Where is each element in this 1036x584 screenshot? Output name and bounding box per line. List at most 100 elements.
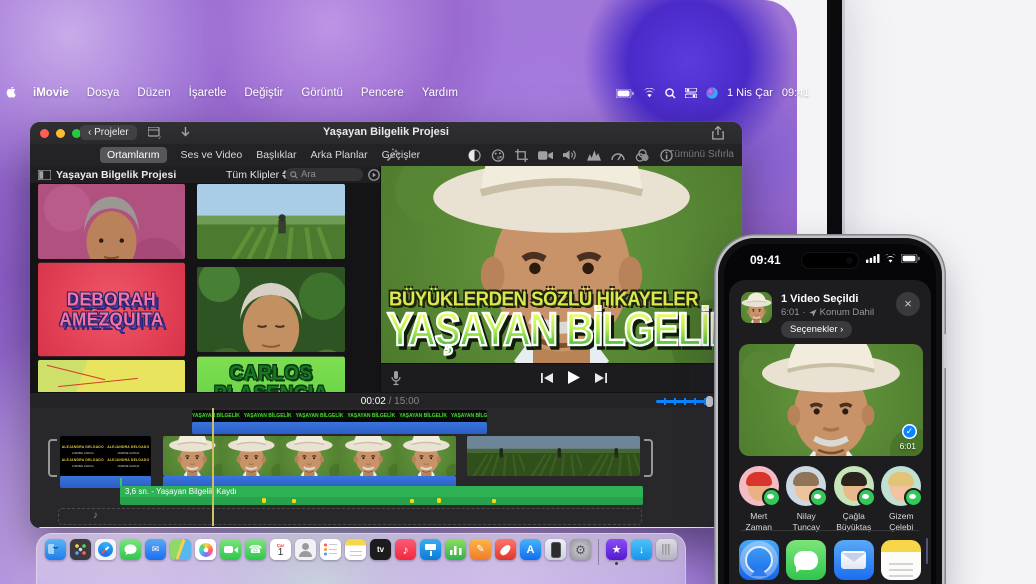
background-music-well[interactable]: ♪ bbox=[58, 508, 642, 525]
search-input[interactable] bbox=[301, 169, 351, 180]
share-contact-nilay[interactable]: NilayTuncay bbox=[783, 466, 829, 533]
window-titlebar: ‹ Projeler ♪ Yaşayan Bilgelik Projesi bbox=[30, 122, 742, 145]
clip-trim-handle-left[interactable] bbox=[48, 439, 57, 477]
enhance-wand-icon[interactable] bbox=[386, 148, 400, 162]
clip-thumb-elder-woman-magenta[interactable] bbox=[38, 184, 185, 259]
dock-messages-icon[interactable] bbox=[120, 539, 141, 560]
interview-clip-filmstrip[interactable] bbox=[163, 436, 456, 476]
avatar bbox=[786, 466, 826, 506]
viewer[interactable]: BÜYÜKLERDEN SÖZLÜ HİKAYELER YAŞAYAN BİLG… bbox=[381, 166, 742, 363]
volume-icon[interactable] bbox=[563, 149, 577, 161]
share-icon[interactable] bbox=[712, 126, 724, 140]
clip-thumb-title-deborah[interactable]: DEBORAH AMÉZQUITA bbox=[38, 263, 185, 357]
voiceover-mic-icon[interactable] bbox=[391, 371, 401, 386]
tab-ortamlarım[interactable]: Ortamlarım bbox=[100, 147, 167, 163]
menu-item-pencere[interactable]: Pencere bbox=[361, 87, 404, 99]
menu-item-i̇şaretle[interactable]: İşaretle bbox=[189, 87, 227, 99]
dock-photos-icon[interactable] bbox=[195, 539, 216, 560]
menu-item-dosya[interactable]: Dosya bbox=[87, 87, 120, 99]
clip-thumb-title-carlos[interactable]: CARLOS PLASENCIA bbox=[197, 357, 345, 392]
title-overlay-bar[interactable] bbox=[192, 422, 487, 434]
iphone-screen: 09:41 1 Video Seçildi 6:01· Konum Dahil … bbox=[724, 244, 936, 584]
dock-notes-icon[interactable] bbox=[345, 539, 366, 560]
dock-contacts-icon[interactable] bbox=[295, 539, 316, 560]
reset-all-button[interactable]: Tümünü Sıfırla bbox=[668, 149, 734, 160]
menu-item-düzen[interactable]: Düzen bbox=[137, 87, 170, 99]
spotlight-search-icon[interactable] bbox=[665, 88, 676, 99]
crop-icon[interactable] bbox=[515, 149, 528, 162]
zoom-slider-knob[interactable] bbox=[706, 396, 713, 407]
menu-date[interactable]: 1 Nis Çar bbox=[727, 87, 773, 99]
tab-arka-planlar[interactable]: Arka Planlar bbox=[310, 149, 367, 161]
menu-item-görüntü[interactable]: Görüntü bbox=[301, 87, 343, 99]
media-tabbar: Ortamlarım Ses ve Video Başlıklar Arka Plan… bbox=[30, 144, 742, 167]
dock-tv-icon[interactable]: tv bbox=[370, 539, 391, 560]
dock-iphone-mirroring-icon[interactable] bbox=[545, 539, 566, 560]
share-app-mail[interactable]: Mail bbox=[831, 540, 877, 584]
clip-thumb-map[interactable]: UNITED STATES bbox=[38, 360, 185, 392]
share-close-button[interactable]: × bbox=[896, 292, 920, 316]
speed-icon[interactable] bbox=[611, 149, 625, 161]
dock-downloads-icon[interactable] bbox=[631, 539, 652, 560]
dock-facetime-icon[interactable] bbox=[220, 539, 241, 560]
dock-mail-icon[interactable]: ✉ bbox=[145, 539, 166, 560]
clips-filter-dropdown[interactable]: Tüm Klipler bbox=[226, 169, 289, 181]
share-contact-çağla[interactable]: ÇağlaBüyüktaş bbox=[831, 466, 877, 533]
playhead[interactable] bbox=[212, 408, 214, 526]
dock-app-store-icon[interactable]: A bbox=[520, 539, 541, 560]
menu-app-name[interactable]: iMovie bbox=[33, 87, 69, 99]
apple-menu-icon[interactable] bbox=[6, 87, 19, 100]
browser-play-filter-icon[interactable] bbox=[368, 169, 380, 181]
clip-thumb-farm-field[interactable] bbox=[197, 184, 345, 259]
tab-başlıklar[interactable]: Başlıklar bbox=[256, 149, 296, 161]
timeline-zoom-slider[interactable] bbox=[656, 400, 708, 403]
share-app-mesajlar[interactable]: Mesajlar bbox=[783, 540, 829, 584]
clip-trim-handle-right[interactable] bbox=[644, 439, 653, 477]
dock-reminders-icon[interactable] bbox=[320, 539, 341, 560]
broll-clip-filmstrip[interactable] bbox=[467, 436, 640, 476]
timeline-scrollbar[interactable] bbox=[36, 527, 735, 528]
sidebar-toggle-icon[interactable] bbox=[38, 170, 51, 180]
stabilization-icon[interactable] bbox=[538, 150, 553, 161]
clip-thumb-elder-woman-foliage[interactable] bbox=[197, 267, 345, 352]
noise-reduction-icon[interactable] bbox=[587, 150, 601, 161]
dock-calendar-icon[interactable]: Çar1 bbox=[270, 539, 291, 560]
dock-system-settings-icon[interactable]: ⚙ bbox=[570, 539, 591, 560]
dock-trash-icon[interactable] bbox=[656, 539, 677, 560]
share-app-notlar[interactable]: Notlar bbox=[878, 540, 924, 584]
share-contact-gizem[interactable]: GizemÇelebi bbox=[878, 466, 924, 533]
dock-music-icon[interactable]: ♪ bbox=[395, 539, 416, 560]
share-app-airdrop[interactable]: AirDrop bbox=[736, 540, 782, 584]
credits-clip[interactable]: ALEJANDRA DELGADOJASMINE GARCIAALEJANDRA… bbox=[60, 436, 151, 476]
color-correction-icon[interactable] bbox=[491, 149, 505, 162]
dock-imovie-icon[interactable]: ★ bbox=[606, 539, 627, 560]
title-overlay-filmstrip[interactable]: YAŞAYAN BİLGELİKYAŞAYAN BİLGELİKYAŞAYAN … bbox=[192, 410, 487, 422]
search-field[interactable] bbox=[285, 168, 363, 181]
menu-item-yardım[interactable]: Yardım bbox=[422, 87, 458, 99]
previous-frame-icon[interactable] bbox=[541, 372, 554, 384]
menu-item-değiştir[interactable]: Değiştir bbox=[244, 87, 283, 99]
dock-pages-icon[interactable]: ✎ bbox=[470, 539, 491, 560]
dock-maps-icon[interactable] bbox=[170, 539, 191, 560]
siri-icon[interactable] bbox=[706, 87, 718, 99]
share-contacts-row: MertZamanNilayTuncayÇağlaBüyüktaşGizemÇe… bbox=[729, 466, 931, 533]
dock-keynote-icon[interactable] bbox=[420, 539, 441, 560]
share-sheet: 1 Video Seçildi 6:01· Konum Dahil Seçene… bbox=[729, 280, 931, 584]
dock-phone-icon[interactable]: ☎ bbox=[245, 539, 266, 560]
audio-clip[interactable]: 3,6 sn. - Yaşayan Bilgelik Kaydı bbox=[120, 486, 643, 505]
tab-ses-ve-video[interactable]: Ses ve Video bbox=[181, 149, 243, 161]
dock-numbers-icon[interactable] bbox=[445, 539, 466, 560]
color-filters-icon[interactable] bbox=[635, 149, 650, 162]
play-icon[interactable] bbox=[568, 371, 580, 384]
share-options-button[interactable]: Seçenekler › bbox=[781, 321, 852, 338]
dock-finder-icon[interactable] bbox=[45, 539, 66, 560]
next-frame-icon[interactable] bbox=[594, 372, 607, 384]
control-center-icon[interactable] bbox=[685, 88, 697, 98]
share-contact-mert[interactable]: MertZaman bbox=[736, 466, 782, 533]
menu-clock[interactable]: 09:41 bbox=[782, 87, 810, 99]
dock-launchpad-icon[interactable] bbox=[70, 539, 91, 560]
share-video-preview[interactable]: ✓ 6:01 bbox=[739, 344, 923, 456]
dock-rocket-icon[interactable] bbox=[495, 539, 516, 560]
color-balance-icon[interactable] bbox=[468, 149, 481, 162]
dock-safari-icon[interactable] bbox=[95, 539, 116, 560]
